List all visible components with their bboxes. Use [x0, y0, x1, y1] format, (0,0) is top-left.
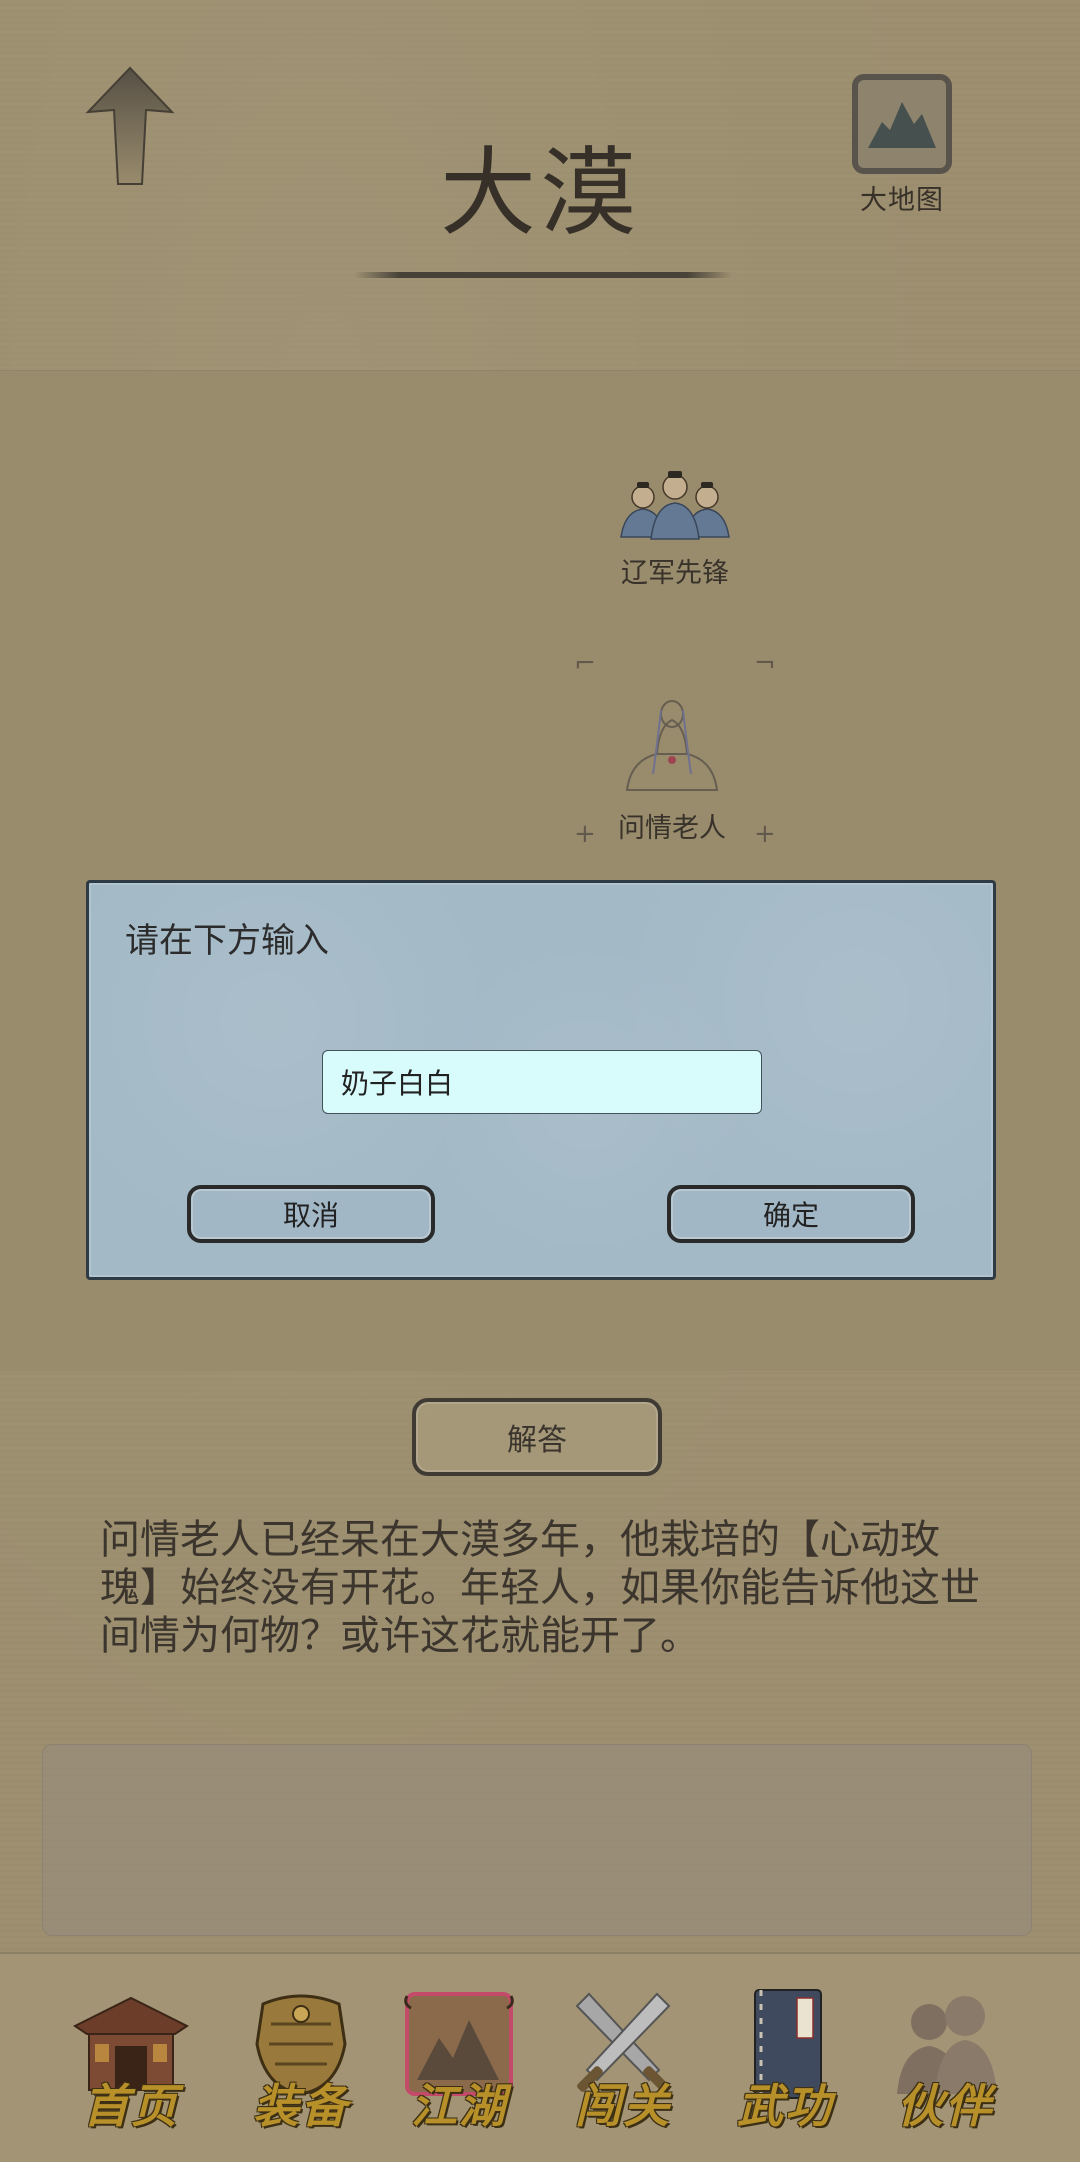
message-log	[42, 1744, 1032, 1936]
story-text: 问情老人已经呆在大漠多年，他栽培的【心动玫瑰】始终没有开花。年轻人，如果你能告诉…	[100, 1517, 980, 1659]
nav-label: 首页	[83, 2079, 179, 2133]
nav-jianghu[interactable]: 江湖	[384, 1984, 534, 2134]
dialog-title: 请在下方输入	[125, 921, 329, 961]
nav-equipment[interactable]: 装备	[226, 1984, 376, 2134]
answer-input[interactable]	[322, 1050, 762, 1114]
input-dialog: 请在下方输入 取消 确定	[86, 880, 996, 1280]
confirm-button[interactable]: 确定	[667, 1185, 915, 1243]
nav-partners[interactable]: 伙伴	[870, 1984, 1020, 2134]
nav-challenge[interactable]: 闯关	[548, 1984, 698, 2134]
cancel-button[interactable]: 取消	[187, 1185, 435, 1243]
nav-label: 武功	[737, 2079, 833, 2133]
nav-label: 江湖	[411, 2079, 507, 2133]
nav-martial-arts[interactable]: 武功	[710, 1984, 860, 2134]
bottom-nav: 首页 装备 江湖 闯关 武功 伙伴	[0, 1952, 1080, 2162]
nav-label: 装备	[253, 2079, 349, 2133]
nav-label: 伙伴	[897, 2079, 993, 2133]
nav-home[interactable]: 首页	[56, 1984, 206, 2134]
answer-button[interactable]: 解答	[412, 1398, 662, 1476]
nav-label: 闯关	[575, 2079, 671, 2133]
